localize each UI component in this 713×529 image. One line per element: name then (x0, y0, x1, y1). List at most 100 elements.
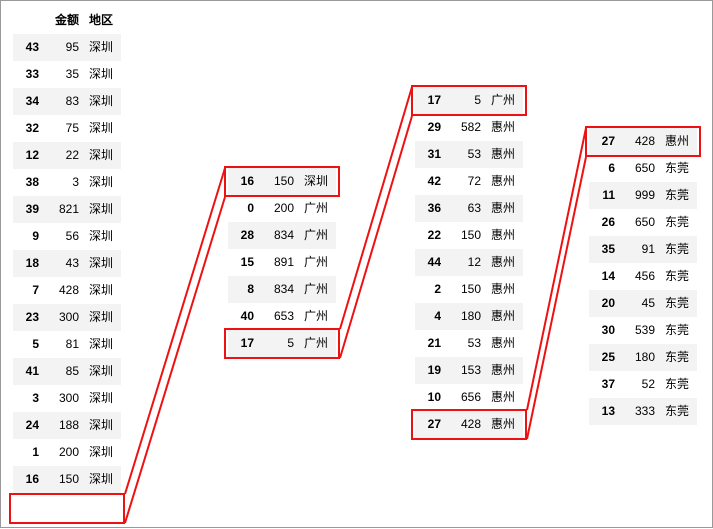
cell-id: 9 (13, 223, 43, 250)
table-row: 19153惠州 (415, 357, 523, 384)
cell-city: 惠州 (485, 114, 523, 141)
cell-amt: 35 (43, 61, 83, 88)
table-row: 4180惠州 (415, 303, 523, 330)
cell-city: 惠州 (485, 276, 523, 303)
cell-id: 41 (13, 358, 43, 385)
cell-id: 5 (13, 331, 43, 358)
cell-amt: 300 (43, 385, 83, 412)
table-row: 13333东莞 (589, 398, 697, 425)
cell-city: 深圳 (83, 277, 121, 304)
cell-id: 17 (415, 87, 445, 114)
cell-city: 惠州 (485, 384, 523, 411)
cell-city: 深圳 (83, 169, 121, 196)
table-row: 956深圳 (13, 223, 121, 250)
cell-city: 东莞 (659, 263, 697, 290)
cell-city: 东莞 (659, 182, 697, 209)
table-row: 3483深圳 (13, 88, 121, 115)
column-dongguan: 27428惠州6650东莞11999东莞26650东莞3591东莞14456东莞… (589, 128, 697, 425)
cell-amt: 53 (445, 141, 485, 168)
cell-amt: 650 (619, 155, 659, 182)
cell-amt: 56 (43, 223, 83, 250)
cell-amt: 999 (619, 182, 659, 209)
cell-id: 3 (13, 385, 43, 412)
cell-id: 30 (589, 317, 619, 344)
cell-amt: 821 (43, 196, 83, 223)
cell-amt: 150 (43, 466, 83, 493)
cell-city: 深圳 (83, 304, 121, 331)
cell-city: 深圳 (298, 168, 336, 195)
table-row: 2045东莞 (589, 290, 697, 317)
cell-city: 惠州 (485, 411, 523, 438)
cell-id: 36 (415, 195, 445, 222)
table-row: 16150深圳 (228, 168, 336, 195)
cell-amt: 22 (43, 142, 83, 169)
cell-amt: 180 (445, 303, 485, 330)
table-row: 8834广州 (228, 276, 336, 303)
diagram-canvas: 金额 地区 4395深圳3335深圳3483深圳3275深圳1222深圳383深… (0, 0, 713, 528)
cell-city: 惠州 (485, 249, 523, 276)
table-row: 2153惠州 (415, 330, 523, 357)
cell-amt: 428 (43, 277, 83, 304)
cell-amt: 200 (43, 439, 83, 466)
cell-city: 广州 (298, 195, 336, 222)
cell-city: 深圳 (83, 61, 121, 88)
table-row: 4412惠州 (415, 249, 523, 276)
column-guangzhou: 16150深圳0200广州28834广州15891广州8834广州40653广州… (228, 168, 336, 357)
hdr-id (13, 7, 43, 34)
table-row: 14456东莞 (589, 263, 697, 290)
cell-amt: 81 (43, 331, 83, 358)
cell-amt: 72 (445, 168, 485, 195)
cell-city: 惠州 (485, 141, 523, 168)
cell-city: 深圳 (83, 115, 121, 142)
cell-city: 东莞 (659, 371, 697, 398)
cell-id: 10 (415, 384, 445, 411)
cell-id: 33 (13, 61, 43, 88)
table-3: 175广州29582惠州3153惠州4272惠州3663惠州22150惠州441… (415, 87, 523, 438)
cell-amt: 153 (445, 357, 485, 384)
table-row: 29582惠州 (415, 114, 523, 141)
cell-amt: 91 (619, 236, 659, 263)
table-row: 6650东莞 (589, 155, 697, 182)
table-row: 581深圳 (13, 331, 121, 358)
cell-amt: 650 (619, 209, 659, 236)
table-row: 7428深圳 (13, 277, 121, 304)
cell-city: 东莞 (659, 344, 697, 371)
cell-city: 广州 (298, 303, 336, 330)
table-row: 27428惠州 (415, 411, 523, 438)
table-row: 4272惠州 (415, 168, 523, 195)
cell-amt: 656 (445, 384, 485, 411)
cell-id: 8 (228, 276, 258, 303)
table-row: 175广州 (415, 87, 523, 114)
table-row: 175广州 (228, 330, 336, 357)
cell-id: 35 (589, 236, 619, 263)
table-row: 3752东莞 (589, 371, 697, 398)
cell-id: 26 (589, 209, 619, 236)
table-row: 25180东莞 (589, 344, 697, 371)
cell-id: 44 (415, 249, 445, 276)
cell-city: 广州 (298, 330, 336, 357)
cell-city: 惠州 (485, 195, 523, 222)
cell-id: 28 (228, 222, 258, 249)
cell-id: 34 (13, 88, 43, 115)
cell-amt: 150 (445, 276, 485, 303)
cell-city: 深圳 (83, 88, 121, 115)
cell-id: 25 (589, 344, 619, 371)
cell-id: 1 (13, 439, 43, 466)
table-row: 16150深圳 (13, 466, 121, 493)
table-row: 23300深圳 (13, 304, 121, 331)
cell-city: 惠州 (485, 222, 523, 249)
table-row: 3335深圳 (13, 61, 121, 88)
cell-amt: 150 (445, 222, 485, 249)
cell-id: 7 (13, 277, 43, 304)
cell-amt: 63 (445, 195, 485, 222)
cell-amt: 75 (43, 115, 83, 142)
table-header: 金额 地区 (13, 7, 121, 34)
cell-city: 惠州 (485, 303, 523, 330)
cell-id: 4 (415, 303, 445, 330)
table-row: 2150惠州 (415, 276, 523, 303)
column-huizhou: 175广州29582惠州3153惠州4272惠州3663惠州22150惠州441… (415, 87, 523, 438)
cell-amt: 53 (445, 330, 485, 357)
table-row: 10656惠州 (415, 384, 523, 411)
cell-amt: 333 (619, 398, 659, 425)
cell-amt: 45 (619, 290, 659, 317)
